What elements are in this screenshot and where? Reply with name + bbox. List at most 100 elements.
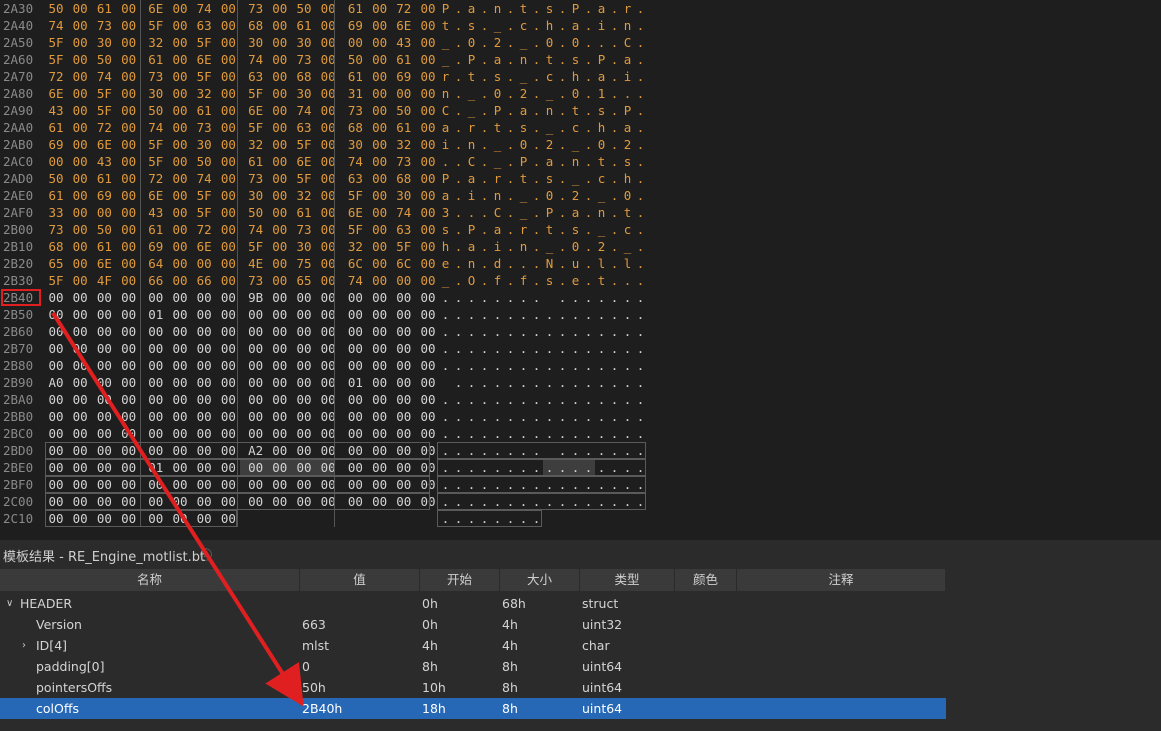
ascii-char[interactable]: . bbox=[595, 374, 608, 391]
hex-byte[interactable]: 43 bbox=[45, 102, 67, 119]
ascii-char[interactable]: . bbox=[478, 170, 491, 187]
hex-byte[interactable]: 00 bbox=[269, 102, 291, 119]
ascii-char[interactable]: . bbox=[569, 425, 582, 442]
hex-byte[interactable]: 00 bbox=[417, 221, 439, 238]
hex-byte[interactable]: 73 bbox=[293, 51, 315, 68]
ascii-char[interactable]: . bbox=[608, 272, 621, 289]
hex-byte[interactable]: 00 bbox=[369, 102, 391, 119]
ascii-char[interactable]: . bbox=[582, 34, 595, 51]
ascii-char[interactable]: . bbox=[439, 357, 452, 374]
hex-byte[interactable]: 00 bbox=[417, 306, 439, 323]
hex-byte[interactable]: 00 bbox=[369, 187, 391, 204]
hex-byte[interactable]: 00 bbox=[269, 340, 291, 357]
ascii-char[interactable]: P bbox=[595, 51, 608, 68]
hex-byte[interactable]: 00 bbox=[169, 306, 191, 323]
hex-byte[interactable]: 65 bbox=[293, 272, 315, 289]
hex-byte[interactable]: 00 bbox=[293, 340, 315, 357]
hex-byte[interactable]: 00 bbox=[45, 391, 67, 408]
ascii-char[interactable]: . bbox=[582, 408, 595, 425]
hex-byte[interactable]: 00 bbox=[417, 153, 439, 170]
ascii-char[interactable]: P bbox=[491, 102, 504, 119]
ascii-char[interactable]: . bbox=[478, 85, 491, 102]
hex-byte[interactable]: 50 bbox=[93, 51, 115, 68]
hex-byte[interactable]: 00 bbox=[69, 238, 91, 255]
ascii-char[interactable]: . bbox=[517, 289, 530, 306]
ascii-char[interactable]: . bbox=[634, 85, 647, 102]
ascii-char[interactable]: _ bbox=[543, 119, 556, 136]
hex-byte[interactable]: 5F bbox=[45, 51, 67, 68]
ascii-char[interactable]: a bbox=[465, 170, 478, 187]
ascii-char[interactable]: . bbox=[439, 340, 452, 357]
hex-byte[interactable]: 00 bbox=[317, 68, 339, 85]
hex-byte[interactable]: 5F bbox=[245, 119, 267, 136]
hex-byte[interactable]: 33 bbox=[45, 204, 67, 221]
ascii-char[interactable]: . bbox=[608, 119, 621, 136]
ascii-char[interactable]: i bbox=[465, 187, 478, 204]
hex-byte[interactable]: 00 bbox=[145, 357, 167, 374]
ascii-char[interactable]: _ bbox=[595, 221, 608, 238]
ascii-char[interactable]: . bbox=[543, 340, 556, 357]
hex-byte[interactable]: 00 bbox=[145, 425, 167, 442]
hex-byte[interactable]: 00 bbox=[45, 357, 67, 374]
hex-byte[interactable]: 00 bbox=[317, 323, 339, 340]
hex-byte[interactable]: 30 bbox=[393, 187, 415, 204]
hex-byte[interactable]: 30 bbox=[93, 34, 115, 51]
hex-byte[interactable]: 00 bbox=[118, 306, 140, 323]
hex-byte[interactable]: 00 bbox=[269, 238, 291, 255]
hex-byte[interactable]: 00 bbox=[417, 323, 439, 340]
hex-byte[interactable]: 63 bbox=[344, 170, 366, 187]
hex-row[interactable]: 2A80 6E 00 5F 00 30 00 32 00 5F 00 30 00 31 00 00 00 n. _.… bbox=[0, 85, 1161, 102]
hex-byte[interactable]: 00 bbox=[417, 255, 439, 272]
ascii-char[interactable]: . bbox=[582, 119, 595, 136]
ascii-char[interactable]: s bbox=[439, 221, 452, 238]
ascii-char[interactable]: . bbox=[465, 306, 478, 323]
hex-byte[interactable]: 00 bbox=[118, 187, 140, 204]
ascii-char[interactable]: _ bbox=[491, 17, 504, 34]
ascii-char[interactable]: . bbox=[582, 306, 595, 323]
ascii-char[interactable]: . bbox=[530, 170, 543, 187]
table-row[interactable]: padding[0] 0 8h 8h uint64 bbox=[0, 656, 946, 677]
ascii-char[interactable]: a bbox=[569, 17, 582, 34]
ascii-char[interactable]: O bbox=[465, 272, 478, 289]
hex-byte[interactable]: 00 bbox=[69, 187, 91, 204]
ascii-char[interactable]: s bbox=[621, 153, 634, 170]
hex-byte[interactable]: 73 bbox=[193, 119, 215, 136]
hex-row[interactable]: 2B90 A0 00 00 00 00 00 00 00 00 00 00 00 01 00 00 00 ...… bbox=[0, 374, 1161, 391]
hex-byte[interactable]: 00 bbox=[317, 408, 339, 425]
ascii-char[interactable]: . bbox=[478, 17, 491, 34]
hex-byte[interactable]: 00 bbox=[69, 17, 91, 34]
ascii-char[interactable]: . bbox=[439, 306, 452, 323]
ascii-char[interactable]: . bbox=[556, 204, 569, 221]
ascii-char[interactable]: 1 bbox=[595, 85, 608, 102]
ascii-char[interactable]: . bbox=[621, 340, 634, 357]
hex-byte[interactable]: 00 bbox=[45, 408, 67, 425]
ascii-char[interactable]: . bbox=[478, 255, 491, 272]
hex-byte[interactable]: 00 bbox=[169, 408, 191, 425]
hex-byte[interactable]: 00 bbox=[169, 17, 191, 34]
ascii-char[interactable]: . bbox=[608, 340, 621, 357]
ascii-char[interactable]: . bbox=[608, 374, 621, 391]
ascii-char[interactable]: . bbox=[582, 204, 595, 221]
ascii-char[interactable]: . bbox=[478, 51, 491, 68]
hex-byte[interactable]: 00 bbox=[45, 340, 67, 357]
hex-byte[interactable]: 00 bbox=[269, 136, 291, 153]
ascii-char[interactable]: h bbox=[569, 68, 582, 85]
ascii-char[interactable]: . bbox=[530, 153, 543, 170]
ascii-char[interactable]: . bbox=[478, 221, 491, 238]
ascii-char[interactable]: . bbox=[608, 306, 621, 323]
hex-byte[interactable]: 00 bbox=[317, 289, 339, 306]
column-header-cell[interactable]: 大小 bbox=[500, 569, 580, 591]
hex-row[interactable]: 2A50 5F 00 30 00 32 00 5F 00 30 00 30 00 00 00 43 00 _. 0.… bbox=[0, 34, 1161, 51]
ascii-char[interactable]: n bbox=[517, 51, 530, 68]
ascii-char[interactable]: . bbox=[556, 51, 569, 68]
ascii-char[interactable]: . bbox=[634, 221, 647, 238]
ascii-char[interactable]: s bbox=[465, 17, 478, 34]
hex-byte[interactable]: 01 bbox=[344, 374, 366, 391]
hex-byte[interactable]: 00 bbox=[245, 357, 267, 374]
hex-row[interactable]: 2AD0 50 00 61 00 72 00 74 00 73 00 5F 00 63 00 68 00 P. a.… bbox=[0, 170, 1161, 187]
hex-byte[interactable]: 00 bbox=[417, 408, 439, 425]
hex-byte[interactable]: 6E bbox=[293, 153, 315, 170]
ascii-char[interactable]: . bbox=[504, 153, 517, 170]
ascii-char[interactable]: . bbox=[582, 0, 595, 17]
hex-byte[interactable]: 00 bbox=[417, 51, 439, 68]
